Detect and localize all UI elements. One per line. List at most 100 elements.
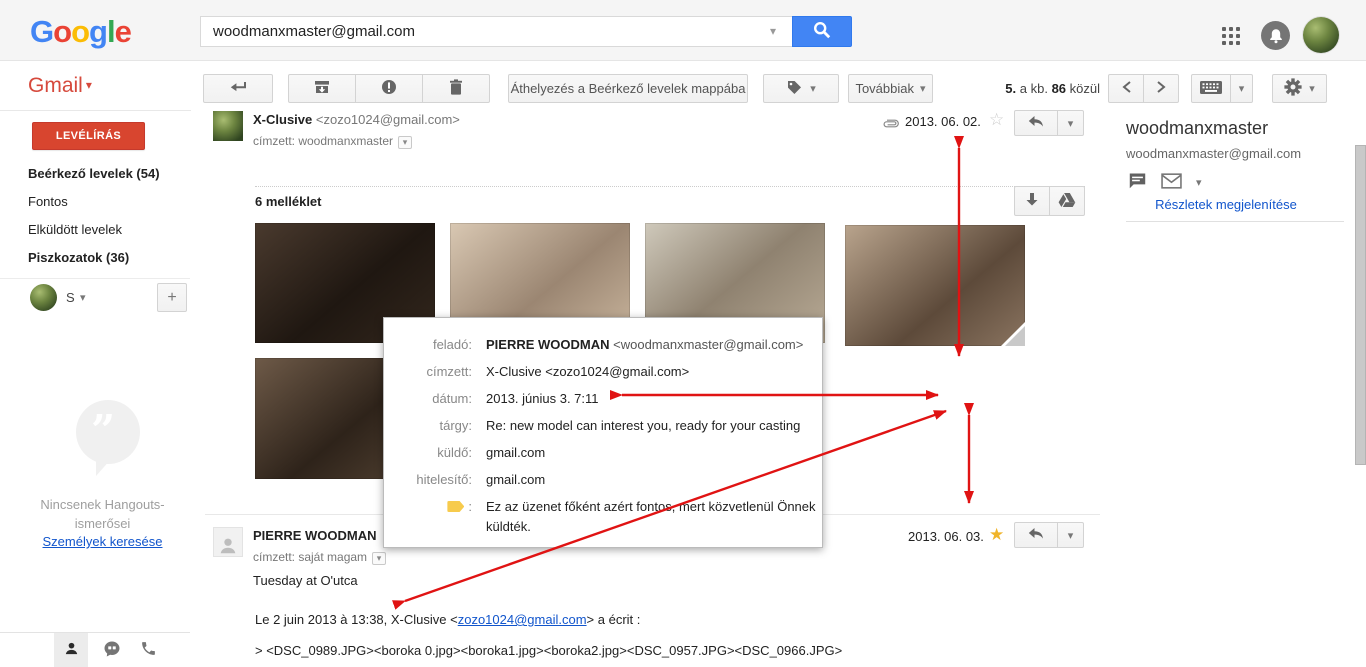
sidebar-item-drafts[interactable]: Piszkozatok (36) (28, 244, 129, 272)
newer-conversation-button[interactable] (1108, 74, 1144, 103)
phone-icon (140, 640, 157, 660)
input-tools-button[interactable] (1191, 74, 1231, 103)
profile-name: woodmanxmaster (1126, 118, 1268, 139)
caret-down-icon[interactable]: ▾ (80, 291, 86, 304)
google-logo[interactable]: Google (30, 14, 131, 50)
email2-to-line: címzett: saját magam ▾ (253, 550, 386, 565)
details-row-mailed-by: küldő: gmail.com (384, 439, 822, 466)
chat-icon[interactable] (1128, 172, 1147, 192)
more-button[interactable]: Továbbiak ▾ (848, 74, 933, 103)
details-value: gmail.com (472, 470, 545, 493)
contacts-tab[interactable] (54, 633, 88, 667)
logo-letter: e (115, 14, 131, 49)
report-spam-button[interactable] (355, 74, 423, 103)
sidebar-footer (0, 632, 190, 667)
thumbnail-fold-corner (1005, 326, 1025, 346)
attachment-thumbnail[interactable] (845, 225, 1025, 346)
show-details-link[interactable]: Részletek megjelenítése (1116, 197, 1336, 212)
label-tag-icon (786, 79, 802, 98)
more-message-options-button[interactable]: ▾ (1057, 522, 1084, 548)
attachment-paperclip-icon (882, 117, 900, 132)
search-options-caret-icon[interactable]: ▾ (770, 24, 776, 38)
person-icon (63, 640, 80, 660)
notifications-bell-icon[interactable] (1261, 21, 1290, 50)
delete-button[interactable] (422, 74, 490, 103)
account-avatar[interactable] (1303, 17, 1339, 53)
logo-letter: l (107, 14, 115, 49)
search-button[interactable] (792, 16, 852, 47)
quoted-header-line: Le 2 juin 2013 à 13:38, X-Clusive <zozo1… (255, 612, 640, 627)
details-value: X-Clusive <zozo1024@gmail.com> (472, 362, 689, 385)
search-icon (812, 20, 832, 43)
chat-self-name[interactable]: S (66, 290, 75, 305)
sender-email-link[interactable]: zozo1024@gmail.com (458, 612, 587, 627)
sender-avatar-placeholder[interactable] (213, 527, 243, 557)
scrollbar-thumb[interactable] (1355, 145, 1366, 465)
sender-email: <zozo1024@gmail.com> (316, 112, 460, 127)
sender-name[interactable]: PIERRE WOODMAN (253, 528, 377, 543)
sender-avatar[interactable] (213, 111, 243, 141)
top-bar: Google ▾ (0, 0, 1366, 61)
archive-button[interactable] (288, 74, 356, 103)
keyboard-icon (1200, 81, 1222, 97)
recipient-label: címzett: saját magam (253, 550, 367, 564)
search-people-link[interactable]: Személyek keresése (0, 534, 205, 549)
email2-star-icon[interactable]: ★ (989, 526, 1004, 543)
details-row-from: feladó: PIERRE WOODMAN <woodmanxmaster@g… (384, 331, 822, 358)
caret-down-icon[interactable]: ▾ (1196, 176, 1202, 189)
details-label: dátum: (384, 389, 472, 412)
show-details-caret-icon[interactable]: ▾ (398, 136, 412, 149)
attachments-count-label: 6 melléklet (255, 194, 322, 209)
recipient-label: címzett: woodmanxmaster (253, 134, 393, 148)
save-to-drive-button[interactable] (1049, 186, 1085, 216)
chat-self-avatar[interactable] (30, 284, 57, 311)
email1-date: 2013. 06. 02. (905, 114, 981, 129)
gmail-logo-menu[interactable]: Gmail▾ (28, 74, 92, 98)
details-label: tárgy: (384, 416, 472, 439)
logo-letter: G (30, 14, 53, 49)
phone-tab[interactable] (131, 633, 165, 667)
more-message-options-button[interactable]: ▾ (1057, 110, 1084, 136)
sender-name[interactable]: X-Clusive (253, 112, 312, 127)
email2-snippet: Tuesday at O'utca (253, 573, 358, 588)
chevron-left-icon (1122, 81, 1131, 96)
add-contact-button[interactable]: + (157, 283, 187, 312)
reply-button[interactable] (1014, 110, 1058, 136)
trash-icon (449, 79, 463, 98)
logo-letter: o (71, 14, 89, 49)
hangouts-empty-text: ismerősei (0, 516, 205, 531)
show-details-caret-icon[interactable]: ▾ (372, 552, 386, 565)
back-to-inbox-button[interactable] (203, 74, 273, 103)
details-row-date: dátum: 2013. június 3. 7:11 (384, 385, 822, 412)
download-all-button[interactable] (1014, 186, 1050, 216)
reply-arrow-icon (1028, 115, 1044, 131)
sidebar-item-important[interactable]: Fontos (28, 188, 68, 216)
reply-arrow-icon (1028, 527, 1044, 543)
settings-button[interactable]: ▾ (1272, 74, 1327, 103)
plus-icon: + (167, 289, 176, 307)
email-envelope-icon[interactable] (1161, 173, 1182, 192)
caret-down-icon: ▾ (86, 78, 92, 92)
move-to-inbox-button[interactable]: Áthelyezés a Beérkező levelek mappába (508, 74, 748, 103)
reply-button[interactable] (1014, 522, 1058, 548)
search-input[interactable] (200, 16, 792, 47)
download-icon (1025, 192, 1039, 210)
details-row-to: címzett: X-Clusive <zozo1024@gmail.com> (384, 358, 822, 385)
bell-glyph (1269, 28, 1283, 44)
quote-prefix: Le 2 juin 2013 à 13:38, X-Clusive < (255, 612, 458, 627)
email1-star-icon[interactable]: ☆ (989, 111, 1004, 128)
profile-email: woodmanxmaster@gmail.com (1126, 146, 1301, 161)
hangouts-tab[interactable] (95, 633, 129, 667)
gmail-logo-label: Gmail (28, 74, 83, 97)
older-conversation-button[interactable] (1143, 74, 1179, 103)
importance-note: Ez az üzenet főként azért fontos, mert k… (472, 497, 817, 537)
caret-down-icon: ▾ (1068, 117, 1074, 130)
compose-button[interactable]: LEVÉLÍRÁS (32, 122, 145, 150)
sidebar-item-sent[interactable]: Elküldött levelek (28, 216, 122, 244)
apps-grid-icon[interactable] (1222, 27, 1241, 46)
sidebar-item-inbox[interactable]: Beérkező levelek (54) (28, 160, 160, 188)
input-tools-caret-button[interactable]: ▾ (1230, 74, 1253, 103)
labels-button[interactable]: ▾ (763, 74, 839, 103)
drive-icon (1058, 192, 1076, 211)
person-icon (217, 534, 239, 556)
